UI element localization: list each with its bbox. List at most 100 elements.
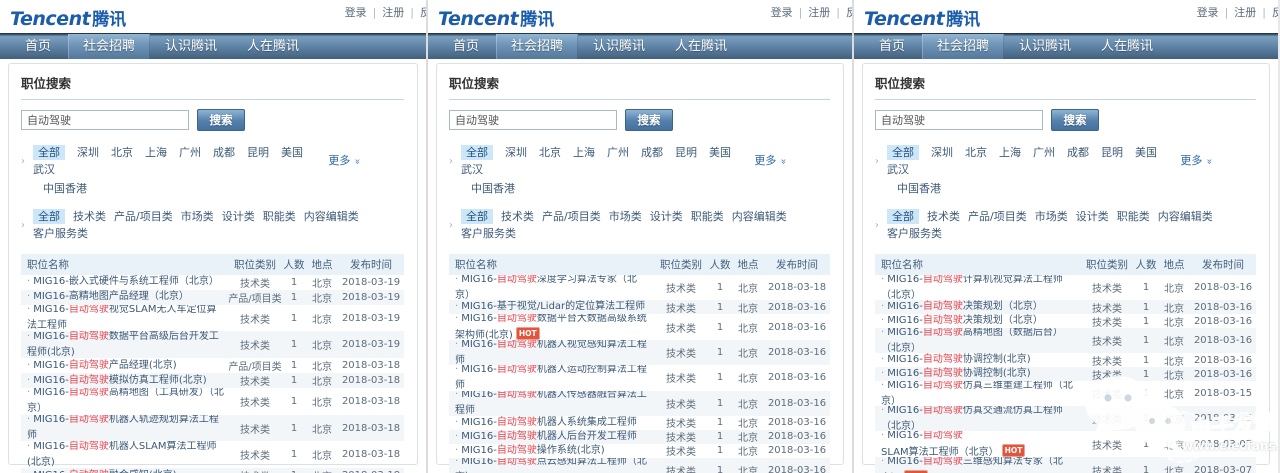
search-input[interactable] <box>21 110 189 130</box>
category-filter-item[interactable]: 客户服务类 <box>461 227 516 240</box>
job-title-link[interactable]: MIG16-自动驾驶操作系统(北京) <box>461 445 604 456</box>
location-filter-item[interactable]: 广州 <box>179 146 201 159</box>
nav-tab-people-at-tencent[interactable]: 人在腾讯 <box>660 34 742 59</box>
tencent-logo[interactable]: Tencent腾讯 <box>864 5 980 30</box>
job-title-link[interactable]: MIG16-自动驾驶三维感知算法专家（北京）HOT <box>881 457 1063 473</box>
job-title-link[interactable]: MIG16-嵌入式硬件与系统工程师（北京） <box>33 276 219 287</box>
nav-tab-home[interactable]: 首页 <box>862 34 922 59</box>
login-link[interactable]: 登录 <box>1197 6 1219 19</box>
category-filter-item[interactable]: 全部 <box>461 209 493 224</box>
job-title-link[interactable]: MIG16-自动驾驶数据平台大数据高级系统架构师(北京)HOT <box>455 314 647 340</box>
register-link[interactable]: 注册 <box>382 6 404 19</box>
job-title-link[interactable]: MIG16-自动驾驶数据平台高级后台开发工程师(北京) <box>27 331 219 357</box>
job-title-link[interactable]: MIG16-自动驾驶决策规划（北京） <box>887 301 1043 312</box>
search-input[interactable] <box>449 110 617 130</box>
category-filter-item[interactable]: 市场类 <box>181 210 214 223</box>
job-title-link[interactable]: MIG16-自动驾驶深度学习算法专家（北京） <box>455 275 637 300</box>
location-filter-item[interactable]: 武汉 <box>887 163 909 176</box>
location-filter-item[interactable]: 北京 <box>965 146 987 159</box>
location-filter-item[interactable]: 中国香港 <box>471 182 515 195</box>
category-filter-item[interactable]: 设计类 <box>1076 210 1109 223</box>
category-filter-item[interactable]: 内容编辑类 <box>1158 210 1213 223</box>
category-filter-item[interactable]: 内容编辑类 <box>304 210 359 223</box>
location-filter-item[interactable]: 深圳 <box>505 146 527 159</box>
job-title-link[interactable]: MIG16-自动驾驶高精地图（数据后台）（北京） <box>881 328 1063 353</box>
category-filter-item[interactable]: 技术类 <box>73 210 106 223</box>
job-title-link[interactable]: MIG16-自动驾驶模拟仿真工程师(北京) <box>33 375 206 386</box>
login-link[interactable]: 登录 <box>345 6 367 19</box>
location-filter-item[interactable]: 成都 <box>213 146 235 159</box>
category-filter-item[interactable]: 内容编辑类 <box>732 210 787 223</box>
job-title-link[interactable]: MIG16-自动驾驶机器人轨迹规划算法工程师 <box>27 415 219 441</box>
job-title-link[interactable]: MIG16-自动驾驶机器人视觉感知算法工程师 <box>455 340 647 365</box>
category-filter-item[interactable]: 全部 <box>33 209 65 224</box>
search-button[interactable]: 搜索 <box>625 109 673 131</box>
more-locations-link[interactable]: 更多 » <box>754 152 786 170</box>
location-filter-item[interactable]: 北京 <box>111 146 133 159</box>
tencent-logo[interactable]: Tencent腾讯 <box>438 5 554 30</box>
job-title-link[interactable]: MIG16-自动驾驶仿真三维重建工程师（北京） <box>881 381 1073 406</box>
job-title-link[interactable]: MIG16-自动驾驶机器人SLAM算法工程师(北京) <box>27 441 216 467</box>
tencent-logo[interactable]: Tencent腾讯 <box>10 5 126 30</box>
category-filter-item[interactable]: 市场类 <box>1035 210 1068 223</box>
feedback-link[interactable]: 反馈 <box>1272 6 1278 19</box>
nav-tab-home[interactable]: 首页 <box>8 34 68 59</box>
nav-tab-social-recruitment[interactable]: 社会招聘 <box>68 34 150 59</box>
job-title-link[interactable]: MIG16-基于视觉/Lidar的定位算法工程师 <box>461 301 645 312</box>
location-filter-item[interactable]: 广州 <box>1033 146 1055 159</box>
location-filter-item[interactable]: 武汉 <box>33 163 55 176</box>
location-filter-item[interactable]: 全部 <box>461 145 493 160</box>
job-title-link[interactable]: MIG16-自动驾驶协调控制(北京) <box>887 368 1030 379</box>
location-filter-item[interactable]: 中国香港 <box>897 182 941 195</box>
register-link[interactable]: 注册 <box>808 6 830 19</box>
category-filter-item[interactable]: 客户服务类 <box>33 227 88 240</box>
category-filter-item[interactable]: 全部 <box>887 209 919 224</box>
category-filter-item[interactable]: 职能类 <box>691 210 724 223</box>
job-title-link[interactable]: MIG16-自动驾驶仿真交通流仿真工程师（北京） <box>881 406 1063 431</box>
job-title-link[interactable]: MIG16-自动驾驶机器人后台开发工程师 <box>461 431 637 442</box>
category-filter-item[interactable]: 市场类 <box>609 210 642 223</box>
job-title-link[interactable]: MIG16-自动驾驶协调控制(北京) <box>887 354 1030 365</box>
more-locations-link[interactable]: 更多 » <box>328 152 360 170</box>
category-filter-item[interactable]: 设计类 <box>650 210 683 223</box>
nav-tab-about-tencent[interactable]: 认识腾讯 <box>1004 34 1086 59</box>
job-title-link[interactable]: MIG16-自动驾驶产品经理(北京) <box>33 360 176 371</box>
location-filter-item[interactable]: 上海 <box>145 146 167 159</box>
search-button[interactable]: 搜索 <box>197 109 245 131</box>
nav-tab-about-tencent[interactable]: 认识腾讯 <box>578 34 660 59</box>
location-filter-item[interactable]: 北京 <box>539 146 561 159</box>
login-link[interactable]: 登录 <box>771 6 793 19</box>
job-title-link[interactable]: MIG16-自动驾驶SLAM算法工程师（北京）HOT <box>881 431 1025 457</box>
location-filter-item[interactable]: 昆明 <box>675 146 697 159</box>
nav-tab-social-recruitment[interactable]: 社会招聘 <box>496 34 578 59</box>
job-title-link[interactable]: MIG16-自动驾驶视觉SLAM无人车定位算法工程师 <box>27 305 216 331</box>
nav-tab-home[interactable]: 首页 <box>436 34 496 59</box>
location-filter-item[interactable]: 武汉 <box>461 163 483 176</box>
register-link[interactable]: 注册 <box>1234 6 1256 19</box>
job-title-link[interactable]: MIG16-自动驾驶机器人传感器融合算法工程师 <box>455 391 647 416</box>
location-filter-item[interactable]: 全部 <box>33 145 65 160</box>
location-filter-item[interactable]: 广州 <box>607 146 629 159</box>
job-title-link[interactable]: MIG16-自动驾驶决策规划（北京） <box>887 315 1043 326</box>
category-filter-item[interactable]: 产品/项目类 <box>542 210 601 223</box>
job-title-link[interactable]: MIG16-自动驾驶点云感知算法工程师（北京） <box>455 458 647 473</box>
category-filter-item[interactable]: 职能类 <box>263 210 296 223</box>
location-filter-item[interactable]: 美国 <box>281 146 303 159</box>
nav-tab-about-tencent[interactable]: 认识腾讯 <box>150 34 232 59</box>
category-filter-item[interactable]: 技术类 <box>927 210 960 223</box>
location-filter-item[interactable]: 成都 <box>1067 146 1089 159</box>
job-title-link[interactable]: MIG16-自动驾驶高精地图（工具研发）（北京） <box>27 388 224 414</box>
job-title-link[interactable]: MIG16-自动驾驶计算机视觉算法工程师（北京） <box>881 275 1063 300</box>
location-filter-item[interactable]: 昆明 <box>1101 146 1123 159</box>
job-title-link[interactable]: MIG16-高精地图产品经理（北京） <box>33 291 189 302</box>
location-filter-item[interactable]: 深圳 <box>931 146 953 159</box>
nav-tab-social-recruitment[interactable]: 社会招聘 <box>922 34 1004 59</box>
nav-tab-people-at-tencent[interactable]: 人在腾讯 <box>1086 34 1168 59</box>
location-filter-item[interactable]: 上海 <box>999 146 1021 159</box>
location-filter-item[interactable]: 成都 <box>641 146 663 159</box>
category-filter-item[interactable]: 设计类 <box>222 210 255 223</box>
category-filter-item[interactable]: 职能类 <box>1117 210 1150 223</box>
nav-tab-people-at-tencent[interactable]: 人在腾讯 <box>232 34 314 59</box>
location-filter-item[interactable]: 中国香港 <box>43 182 87 195</box>
job-title-link[interactable]: MIG16-自动驾驶机器人运动控制算法工程师 <box>455 365 647 390</box>
